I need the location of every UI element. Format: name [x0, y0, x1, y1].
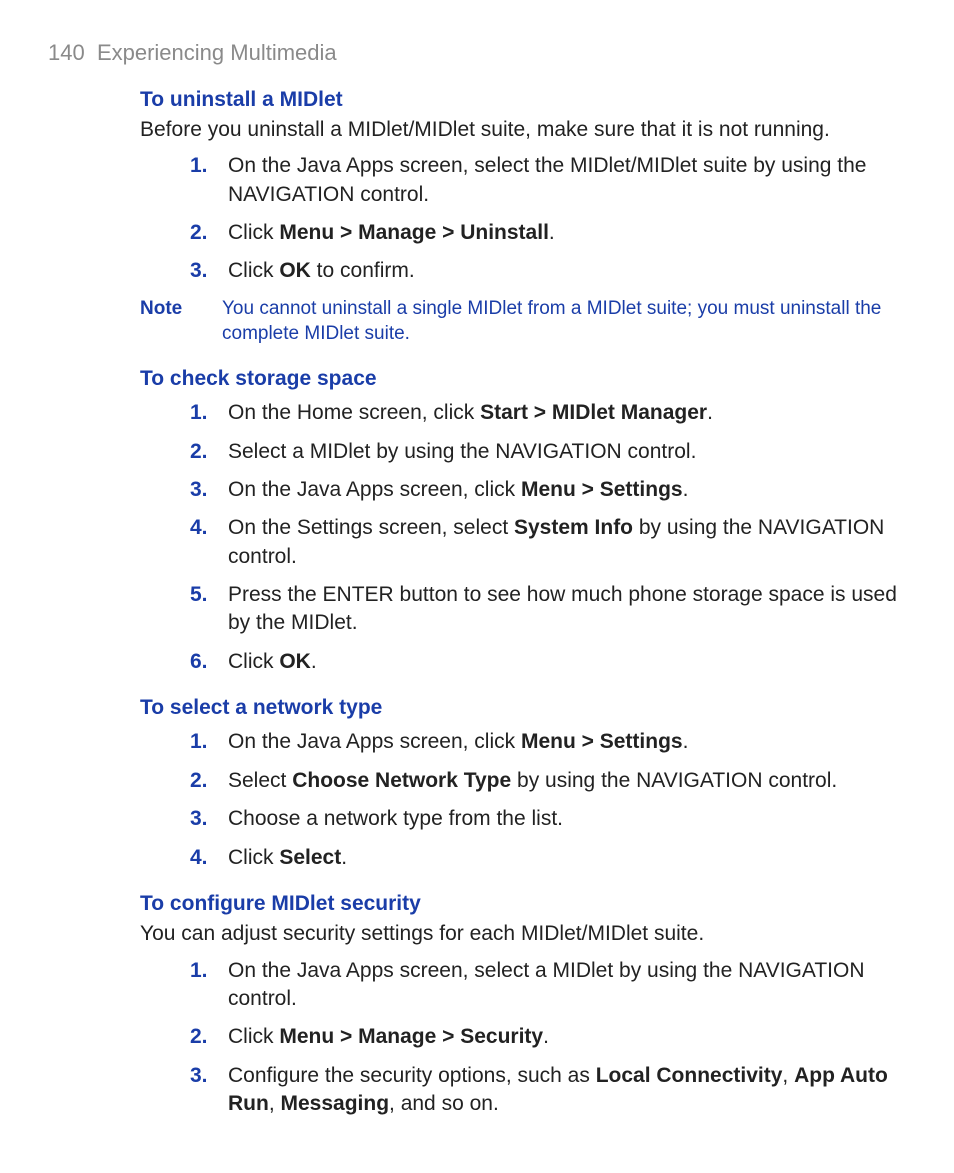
step-number: 2. — [190, 767, 208, 795]
step-text: by using the NAVIGATION control. — [511, 769, 837, 792]
step-bold: Menu > Settings — [521, 478, 683, 501]
step-bold: OK — [279, 259, 311, 282]
step-bold: System Info — [514, 516, 633, 539]
step-text: Click — [228, 1025, 279, 1048]
heading-storage: To check storage space — [140, 365, 906, 393]
step-text: On the Java Apps screen, click — [228, 478, 521, 501]
step-number: 5. — [190, 581, 208, 609]
step-text: , — [269, 1092, 281, 1115]
step-bold: Messaging — [281, 1092, 390, 1115]
step-text: On the Java Apps screen, select the MIDl… — [228, 154, 866, 205]
heading-network: To select a network type — [140, 694, 906, 722]
step-text: , — [782, 1064, 794, 1087]
step: 3. Choose a network type from the list. — [190, 805, 906, 833]
step: 3. On the Java Apps screen, click Menu > … — [190, 476, 906, 504]
heading-uninstall: To uninstall a MIDlet — [140, 86, 906, 114]
step-bold: Start > MIDlet Manager — [480, 401, 707, 424]
step-bold: Menu > Settings — [521, 730, 683, 753]
step: 4. Click Select. — [190, 844, 906, 872]
step-number: 4. — [190, 514, 208, 542]
step: 6. Click OK. — [190, 648, 906, 676]
note-block: Note You cannot uninstall a single MIDle… — [140, 296, 906, 347]
step-text: Select — [228, 769, 292, 792]
step: 1. On the Home screen, click Start > MIDl… — [190, 399, 906, 427]
step-text: . — [341, 846, 347, 869]
step-text: Choose a network type from the list. — [228, 807, 563, 830]
step: 1. On the Java Apps screen, select a MIDl… — [190, 957, 906, 1014]
step-number: 1. — [190, 152, 208, 180]
step-number: 2. — [190, 1023, 208, 1051]
page-header: 140 Experiencing Multimedia — [48, 38, 906, 68]
step-number: 3. — [190, 1062, 208, 1090]
step-text: . — [543, 1025, 549, 1048]
step-number: 3. — [190, 805, 208, 833]
note-body: You cannot uninstall a single MIDlet fro… — [222, 296, 906, 347]
step: 2. Click Menu > Manage > Uninstall. — [190, 219, 906, 247]
step-text: . — [311, 650, 317, 673]
step: 3. Configure the security options, such a… — [190, 1062, 906, 1119]
step-number: 4. — [190, 844, 208, 872]
step-text: , and so on. — [389, 1092, 499, 1115]
step-text: Configure the security options, such as — [228, 1064, 596, 1087]
step-bold: Menu > Manage > Security — [279, 1025, 543, 1048]
intro-security: You can adjust security settings for eac… — [140, 920, 906, 948]
step-bold: OK — [279, 650, 311, 673]
step-text: Click — [228, 650, 279, 673]
chapter-title: Experiencing Multimedia — [97, 40, 337, 65]
step: 1. On the Java Apps screen, select the MI… — [190, 152, 906, 209]
steps-uninstall: 1. On the Java Apps screen, select the MI… — [48, 152, 906, 285]
step-number: 3. — [190, 257, 208, 285]
note-label: Note — [140, 296, 222, 347]
step-number: 6. — [190, 648, 208, 676]
step: 4. On the Settings screen, select System … — [190, 514, 906, 571]
step-text: On the Settings screen, select — [228, 516, 514, 539]
step-text: . — [549, 221, 555, 244]
step-text: On the Java Apps screen, select a MIDlet… — [228, 959, 865, 1010]
step: 3. Click OK to confirm. — [190, 257, 906, 285]
step-bold: Select — [279, 846, 341, 869]
step-number: 1. — [190, 399, 208, 427]
step: 1. On the Java Apps screen, click Menu > … — [190, 728, 906, 756]
step-text: On the Java Apps screen, click — [228, 730, 521, 753]
step-text: Click — [228, 221, 279, 244]
steps-storage: 1. On the Home screen, click Start > MIDl… — [48, 399, 906, 676]
step: 2. Select a MIDlet by using the NAVIGATIO… — [190, 438, 906, 466]
step-text: to confirm. — [311, 259, 415, 282]
step-bold: Local Connectivity — [596, 1064, 783, 1087]
step-number: 1. — [190, 957, 208, 985]
step: 2. Select Choose Network Type by using th… — [190, 767, 906, 795]
step-bold: Menu > Manage > Uninstall — [279, 221, 549, 244]
step-number: 2. — [190, 438, 208, 466]
step-text: . — [683, 730, 689, 753]
step: 5. Press the ENTER button to see how much… — [190, 581, 906, 638]
step-bold: Choose Network Type — [292, 769, 511, 792]
page-number: 140 — [48, 40, 85, 65]
steps-security: 1. On the Java Apps screen, select a MIDl… — [48, 957, 906, 1119]
step-text: Click — [228, 846, 279, 869]
step-text: Press the ENTER button to see how much p… — [228, 583, 897, 634]
step-text: On the Home screen, click — [228, 401, 480, 424]
heading-security: To configure MIDlet security — [140, 890, 906, 918]
step-number: 3. — [190, 476, 208, 504]
step-text: . — [707, 401, 713, 424]
step-text: . — [683, 478, 689, 501]
step-text: Select a MIDlet by using the NAVIGATION … — [228, 440, 696, 463]
step-number: 2. — [190, 219, 208, 247]
step: 2. Click Menu > Manage > Security. — [190, 1023, 906, 1051]
step-text: Click — [228, 259, 279, 282]
step-number: 1. — [190, 728, 208, 756]
steps-network: 1. On the Java Apps screen, click Menu > … — [48, 728, 906, 871]
intro-uninstall: Before you uninstall a MIDlet/MIDlet sui… — [140, 116, 906, 144]
